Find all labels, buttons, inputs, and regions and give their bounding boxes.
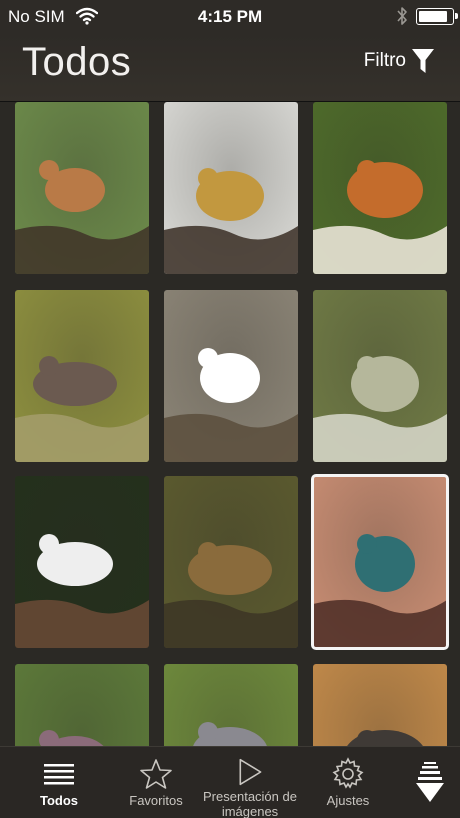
photo-thumbnail[interactable] xyxy=(313,290,447,462)
photo-image xyxy=(313,102,447,274)
photo-thumbnail[interactable] xyxy=(164,664,298,746)
tab-favoritos[interactable]: Favoritos xyxy=(114,747,198,818)
photo-image xyxy=(164,290,298,462)
more-arrow-icon[interactable] xyxy=(414,758,446,806)
tab-label: Todos xyxy=(39,793,79,808)
photo-thumbnail[interactable] xyxy=(15,476,149,648)
photo-thumbnail[interactable] xyxy=(313,102,447,274)
photo-image xyxy=(164,476,298,648)
photo-grid[interactable] xyxy=(0,102,460,746)
status-bar: No SIM 4:15 PM xyxy=(0,0,460,34)
photo-image xyxy=(164,664,298,746)
photo-thumbnail[interactable] xyxy=(164,476,298,648)
photo-image xyxy=(15,664,149,746)
photo-image xyxy=(313,476,447,648)
clock: 4:15 PM xyxy=(197,7,263,26)
list-icon xyxy=(44,764,74,785)
photo-image xyxy=(15,290,149,462)
photo-thumbnail[interactable] xyxy=(311,474,449,650)
play-icon xyxy=(239,758,262,786)
photo-thumbnail[interactable] xyxy=(313,664,447,746)
photo-image xyxy=(164,102,298,274)
tab-todos[interactable]: Todos xyxy=(18,747,100,818)
gear-icon xyxy=(332,757,364,789)
navigation-bar: Todos Filtro xyxy=(0,34,460,102)
photo-image xyxy=(15,102,149,274)
tab-bar: Todos Favoritos Presentación de imágenes… xyxy=(0,746,460,818)
filter-funnel-icon xyxy=(412,49,434,73)
photo-image xyxy=(15,476,149,648)
page-title: Todos xyxy=(22,40,132,84)
star-icon xyxy=(140,759,172,789)
tab-presentacion[interactable]: Presentación de imágenes xyxy=(198,747,302,818)
photo-thumbnail[interactable] xyxy=(15,290,149,462)
photo-thumbnail[interactable] xyxy=(164,290,298,462)
bluetooth-icon xyxy=(397,7,407,25)
battery-level xyxy=(419,11,447,22)
photo-thumbnail[interactable] xyxy=(15,102,149,274)
battery-icon xyxy=(416,8,458,25)
photo-image xyxy=(313,290,447,462)
tab-label: Favoritos xyxy=(129,793,183,808)
filter-button[interactable]: Filtro xyxy=(364,48,434,74)
photo-image xyxy=(313,664,447,746)
tab-label: Presentación de imágenes xyxy=(203,789,297,818)
photo-thumbnail[interactable] xyxy=(15,664,149,746)
tab-label: Ajustes xyxy=(326,793,370,808)
filter-label: Filtro xyxy=(363,50,406,71)
photo-thumbnail[interactable] xyxy=(164,102,298,274)
tab-ajustes[interactable]: Ajustes xyxy=(306,747,390,818)
